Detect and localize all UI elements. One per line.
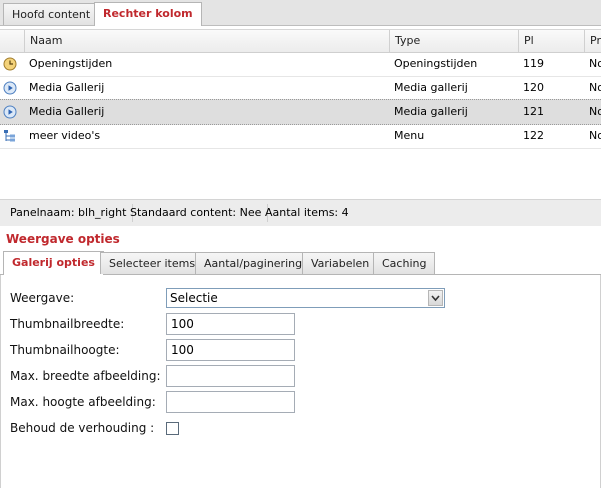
max-breedte-field[interactable] — [166, 365, 295, 387]
cell-pl: 119 — [523, 57, 544, 70]
tab-label: Aantal/paginering — [204, 257, 303, 270]
max-breedte-label: Max. breedte afbeelding: — [10, 369, 161, 383]
tab-aantal-paginering[interactable]: Aantal/paginering — [195, 252, 312, 274]
cell-pri: No — [589, 105, 601, 118]
cell-naam: Openingstijden — [29, 57, 113, 70]
play-icon — [3, 105, 17, 119]
column-header-naam[interactable]: Naam — [24, 30, 389, 52]
clock-icon — [3, 57, 17, 71]
thumbnailbreedte-label: Thumbnailbreedte: — [10, 317, 125, 331]
panel-status-bar: Panelnaam: blh_right Standaard content: … — [0, 199, 601, 226]
top-tab-bar: Hoofd content Rechter kolom — [0, 0, 601, 26]
cell-pl: 122 — [523, 129, 544, 142]
panelnaam-status: Panelnaam: blh_right — [4, 204, 134, 222]
weergave-value: Selectie — [170, 291, 218, 305]
cell-type: Media gallerij — [394, 81, 468, 94]
tab-label: Selecteer items — [109, 257, 196, 270]
table-row[interactable]: Openingstijden Openingstijden 119 No — [0, 52, 601, 77]
table-row[interactable]: Media Gallerij Media gallerij 120 No — [0, 76, 601, 101]
chevron-down-icon[interactable] — [428, 290, 443, 306]
cell-type: Media gallerij — [394, 105, 468, 118]
section-title: Weergave opties — [6, 232, 120, 246]
thumbnailbreedte-field[interactable]: 100 — [166, 313, 295, 335]
behoud-verhouding-label: Behoud de verhouding : — [10, 421, 155, 435]
menu-tree-icon — [4, 130, 15, 142]
table-row-selected[interactable]: Media Gallerij Media gallerij 121 No — [0, 99, 601, 125]
weergave-label: Weergave: — [10, 291, 75, 305]
tab-label: Caching — [382, 257, 427, 270]
max-hoogte-field[interactable] — [166, 391, 295, 413]
tab-label: Galerij opties — [12, 256, 95, 269]
cell-type: Menu — [394, 129, 425, 142]
tab-rechter-kolom[interactable]: Rechter kolom — [94, 2, 202, 26]
icon-column-header — [0, 30, 20, 52]
thumbnailhoogte-label: Thumbnailhoogte: — [10, 343, 120, 357]
tab-label: Hoofd content — [12, 8, 91, 21]
cell-naam: meer video's — [29, 129, 101, 142]
column-header-pri[interactable]: Pri — [584, 30, 601, 52]
cell-naam: Media Gallerij — [29, 105, 105, 118]
tab-label: Variabelen — [311, 257, 370, 270]
cell-pl: 121 — [523, 105, 544, 118]
tab-hoofd-content[interactable]: Hoofd content — [3, 3, 100, 25]
table-row[interactable]: meer video's Menu 122 No — [0, 124, 601, 149]
cell-pri: No — [589, 129, 601, 142]
tab-variabelen[interactable]: Variabelen — [302, 252, 379, 274]
cell-type: Openingstijden — [394, 57, 478, 70]
cell-pl: 120 — [523, 81, 544, 94]
weergave-select[interactable]: Selectie — [166, 288, 445, 308]
cell-pri: No — [589, 81, 601, 94]
aantal-items-status: Aantal items: 4 — [265, 206, 349, 219]
options-tab-bar: Galerij opties Selecteer items Aantal/pa… — [0, 250, 601, 275]
behoud-verhouding-checkbox[interactable] — [166, 422, 179, 435]
cell-pri: No — [589, 57, 601, 70]
grid-header: Naam Type Pl Pri — [0, 29, 601, 53]
column-header-type[interactable]: Type — [389, 30, 519, 52]
standaard-content-status: Standaard content: Nee — [124, 204, 269, 222]
tab-caching[interactable]: Caching — [373, 252, 436, 274]
tab-label: Rechter kolom — [103, 7, 193, 20]
tab-selecteer-items[interactable]: Selecteer items — [100, 252, 205, 274]
tab-galerij-opties[interactable]: Galerij opties — [3, 251, 104, 275]
cell-naam: Media Gallerij — [29, 81, 105, 94]
column-header-pl[interactable]: Pl — [518, 30, 584, 52]
play-icon — [3, 81, 17, 95]
max-hoogte-label: Max. hoogte afbeelding: — [10, 395, 156, 409]
thumbnailhoogte-field[interactable]: 100 — [166, 339, 295, 361]
